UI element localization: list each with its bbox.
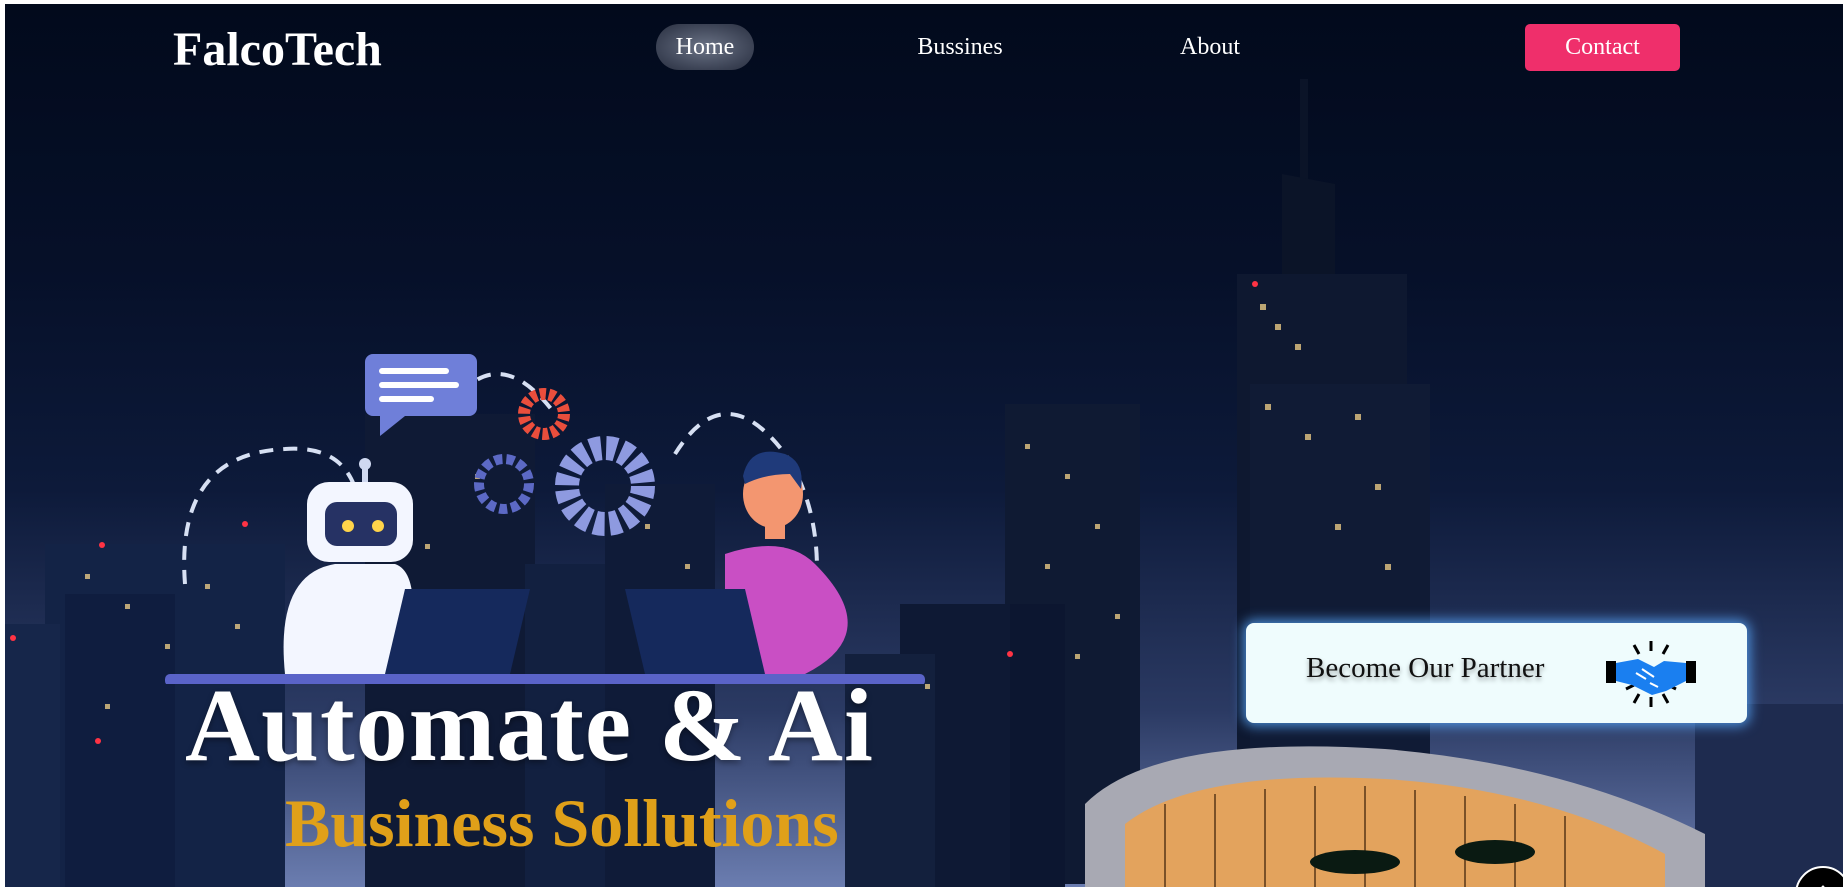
- brand-logo[interactable]: FalcoTech: [173, 22, 382, 77]
- scroll-to-top-button[interactable]: [1795, 866, 1843, 887]
- hero-section: FalcoTech Home Bussines About Contact Au…: [5, 4, 1843, 887]
- red-gear-icon: [518, 388, 570, 440]
- chevron-up-icon: [1821, 885, 1825, 887]
- large-gear-icon: [555, 436, 655, 536]
- hero-title: Automate & Ai: [185, 668, 874, 783]
- nav-item-about[interactable]: About: [1165, 24, 1255, 70]
- partner-label: Become Our Partner: [1306, 652, 1545, 684]
- contact-button[interactable]: Contact: [1525, 24, 1680, 71]
- nav-item-bussines[interactable]: Bussines: [905, 24, 1015, 70]
- handshake-icon: [1606, 641, 1696, 707]
- nav-item-home[interactable]: Home: [656, 24, 754, 70]
- blue-gear-icon: [474, 454, 534, 514]
- become-partner-button[interactable]: Become Our Partner: [1246, 623, 1747, 723]
- ai-collaboration-illustration: [165, 354, 925, 684]
- hero-subtitle: Business Sollutions: [285, 785, 839, 861]
